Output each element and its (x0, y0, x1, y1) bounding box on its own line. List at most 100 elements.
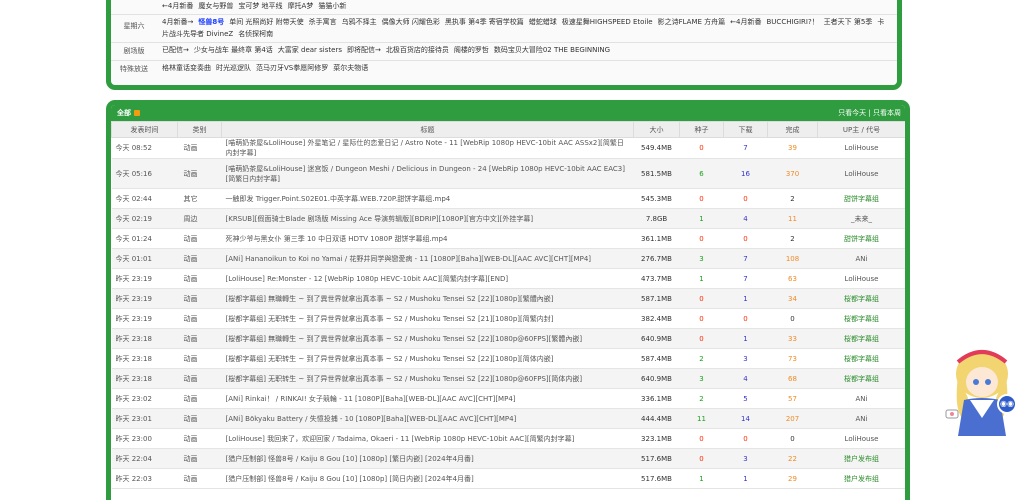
torrent-title-link[interactable]: [ANi] Bōkyaku Battery / 失憶投捕 - 10 [1080P… (221, 408, 634, 429)
header-downloads[interactable]: 下载 (723, 121, 768, 138)
header-completed[interactable]: 完成 (767, 121, 818, 138)
schedule-item[interactable]: 4月新番→ (162, 18, 193, 26)
downloads-count: 7 (723, 137, 768, 159)
time-filter-links[interactable]: 只看今天 | 只看本周 (838, 108, 901, 118)
category-link[interactable]: 动画 (177, 328, 222, 349)
schedule-item[interactable]: 偶像大师 闪耀色彩 (382, 18, 440, 26)
schedule-item[interactable]: 摩托A梦 (288, 2, 314, 10)
uploader-link[interactable]: 甜饼字幕组 (817, 188, 905, 209)
torrent-title-link[interactable]: [喵萌奶茶屋&LoliHouse] 迷宫饭 / Dungeon Meshi / … (221, 158, 634, 189)
uploader-link[interactable]: ANi (817, 408, 905, 429)
date-cell: 今天 01:01 (111, 248, 178, 269)
schedule-item[interactable]: 已配信→ (162, 46, 189, 54)
uploader-link[interactable]: LoliHouse (817, 137, 905, 159)
table-row: 昨天 23:18 动画 [桜都字幕组] 無職轉生 ~ 到了異世界就拿出真本事 ~ S… (111, 328, 905, 349)
schedule-item[interactable]: BUCCHIGIRI?！ (767, 18, 819, 26)
schedule-item[interactable]: 猫猫小新 (318, 2, 346, 10)
torrent-title-link[interactable]: [桜都字幕组] 无职转生 ~ 到了异世界就拿出真本事 ~ S2 / Mushok… (221, 368, 634, 389)
rss-icon[interactable] (134, 110, 140, 116)
category-link[interactable]: 动画 (177, 428, 222, 449)
uploader-link[interactable]: LoliHouse (817, 428, 905, 449)
category-link[interactable]: 动画 (177, 368, 222, 389)
completed-count: 108 (767, 248, 818, 269)
torrent-title-link[interactable]: [ANi] Rinkai！ / RINKAI! 女子競輪 - 11 [1080P… (221, 388, 634, 409)
header-category[interactable]: 类别 (177, 121, 222, 138)
date-cell: 昨天 23:19 (111, 288, 178, 309)
schedule-item[interactable]: 大富家 dear sisters (278, 46, 342, 54)
uploader-link[interactable]: 桜都字幕组 (817, 328, 905, 349)
header-size[interactable]: 大小 (633, 121, 680, 138)
schedule-item[interactable]: 蜡蛇蜡球 (529, 18, 557, 26)
uploader-link[interactable]: _未来_ (817, 208, 905, 229)
category-link[interactable]: 动画 (177, 288, 222, 309)
schedule-item[interactable]: 魔女与野兽 (198, 2, 233, 10)
header-title[interactable]: 标题 (221, 121, 634, 138)
category-link[interactable]: 动画 (177, 137, 222, 159)
schedule-item[interactable]: 宝可梦 地平线 (238, 2, 282, 10)
category-link[interactable]: 动画 (177, 248, 222, 269)
torrent-title-link[interactable]: [桜都字幕组] 无职转生 ~ 到了异世界就拿出真本事 ~ S2 / Mushok… (221, 308, 634, 329)
torrent-title-link[interactable]: [猎户压制部] 怪兽8号 / Kaiju 8 Gou [10] [1080p] … (221, 448, 634, 469)
category-link[interactable]: 动画 (177, 158, 222, 189)
category-link[interactable]: 动画 (177, 388, 222, 409)
uploader-link[interactable]: 猎户发布组 (817, 448, 905, 469)
uploader-link[interactable]: LoliHouse (817, 158, 905, 189)
completed-count: 34 (767, 288, 818, 309)
torrent-title-link[interactable]: [ANi] Hananoikun to Koi no Yamai / 花野井同学… (221, 248, 634, 269)
uploader-link[interactable]: ANi (817, 388, 905, 409)
torrent-title-link[interactable]: [桜都字幕组] 無職轉生 ~ 到了異世界就拿出真本事 ~ S2 / Mushok… (221, 328, 634, 349)
torrent-title-link[interactable]: 死神少爷与黑女仆 第三季 10 中日双语 HDTV 1080P 甜饼字幕组.mp… (221, 228, 634, 249)
schedule-item[interactable]: 杀手寓言 (309, 18, 337, 26)
schedule-item[interactable]: 乌鸦不择主 (342, 18, 377, 26)
downloads-count: 16 (723, 158, 768, 189)
schedule-item[interactable]: 菜尔夫物语 (333, 64, 368, 72)
schedule-item[interactable]: 北极百货店的接待员 (386, 46, 449, 54)
torrent-title-link[interactable]: [KRSUB][假面骑士Blade 剧场版 Missing Ace 导演剪辑版]… (221, 208, 634, 229)
schedule-items: 格林童话变奏曲 时光巡逻队 范马刃牙VS拳愿阿修罗 菜尔夫物语 (162, 62, 891, 74)
schedule-item[interactable]: 数码宝贝大冒险02 THE BEGINNING (494, 46, 610, 54)
category-link[interactable]: 动画 (177, 348, 222, 369)
schedule-item[interactable]: 黑执事 第4季 寄宿学校篇 (445, 18, 524, 26)
schedule-item[interactable]: 单间 光照尚好 附带天使 (229, 18, 303, 26)
category-link[interactable]: 动画 (177, 448, 222, 469)
torrent-title-link[interactable]: [喵萌奶茶屋&LoliHouse] 外星笔记 / 星际仕的恋爱日记 / Astr… (221, 137, 634, 159)
category-link[interactable]: 动画 (177, 268, 222, 289)
schedule-item[interactable]: 极速星舞HIGHSPEED Etoile (562, 18, 653, 26)
torrent-title-link[interactable]: [桜都字幕组] 无职转生 ~ 到了异世界就拿出真本事 ~ S2 / Mushok… (221, 348, 634, 369)
uploader-link[interactable]: 桜都字幕组 (817, 368, 905, 389)
schedule-item[interactable]: 时光巡逻队 (216, 64, 251, 72)
schedule-item[interactable]: 名侦探柯南 (238, 30, 273, 38)
uploader-link[interactable]: LoliHouse (817, 268, 905, 289)
schedule-item[interactable]: 范马刃牙VS拳愿阿修罗 (256, 64, 328, 72)
completed-count: 63 (767, 268, 818, 289)
uploader-link[interactable]: 桜都字幕组 (817, 308, 905, 329)
torrent-title-link[interactable]: 一触即发 Trigger.Point.S02E01.中英字幕.WEB.720P.… (221, 188, 634, 209)
mascot-character-image[interactable] (944, 338, 1024, 442)
torrent-title-link[interactable]: [桜都字幕组] 無職轉生 ~ 到了異世界就拿出真本事 ~ S2 / Mushok… (221, 288, 634, 309)
schedule-item[interactable]: ←4月新番 (730, 18, 761, 26)
uploader-link[interactable]: 桜都字幕组 (817, 288, 905, 309)
category-link[interactable]: 动画 (177, 228, 222, 249)
schedule-item[interactable]: 即将配信→ (347, 46, 381, 54)
category-link[interactable]: 其它 (177, 188, 222, 209)
torrent-title-link[interactable]: [LoliHouse] Re:Monster - 12 [WebRip 1080… (221, 268, 634, 289)
category-link[interactable]: 周边 (177, 208, 222, 229)
header-date[interactable]: 发表时间 (111, 121, 178, 138)
schedule-item[interactable]: 王者天下 第5季 (824, 18, 873, 26)
uploader-link[interactable]: 甜饼字幕组 (817, 228, 905, 249)
schedule-item[interactable]: ←4月新番 (162, 2, 193, 10)
category-link[interactable]: 动画 (177, 408, 222, 429)
schedule-item[interactable]: 少女与战车 最终章 第4话 (194, 46, 273, 54)
header-seeds[interactable]: 种子 (679, 121, 724, 138)
schedule-item[interactable]: 影之诗FLAME 方舟篇 (658, 18, 726, 26)
schedule-item[interactable]: 格林童话变奏曲 (162, 64, 211, 72)
schedule-item[interactable]: 阁楼的罗哲 (454, 46, 489, 54)
schedule-item[interactable]: 怪兽8号 (198, 18, 224, 26)
header-uploader[interactable]: UP主 / 代号 (817, 121, 905, 138)
chat-icon[interactable]: ◉◉ (997, 394, 1017, 414)
completed-count: 39 (767, 137, 818, 159)
torrent-title-link[interactable]: [LoliHouse] 我回来了，欢迎回家 / Tadaima, Okaeri … (221, 428, 634, 449)
uploader-link[interactable]: ANi (817, 248, 905, 269)
uploader-link[interactable]: 桜都字幕组 (817, 348, 905, 369)
category-link[interactable]: 动画 (177, 308, 222, 329)
